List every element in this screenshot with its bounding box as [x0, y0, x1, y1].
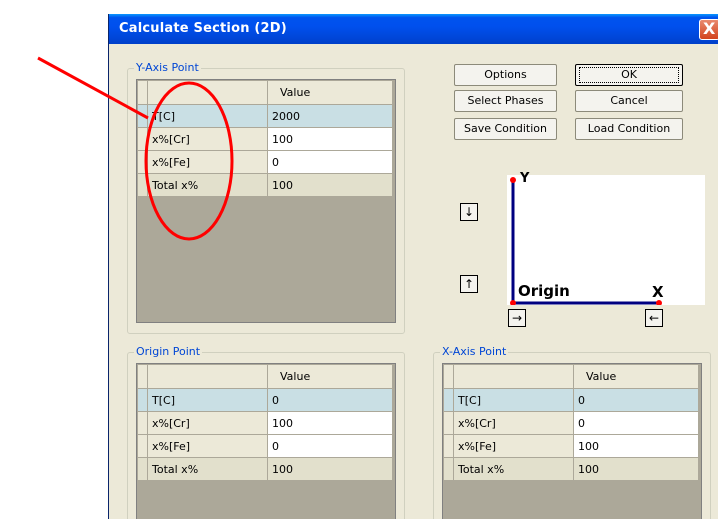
annotation-overlay — [37, 56, 234, 241]
annotation-ellipse — [144, 81, 234, 241]
annotation-arrow — [37, 56, 149, 120]
